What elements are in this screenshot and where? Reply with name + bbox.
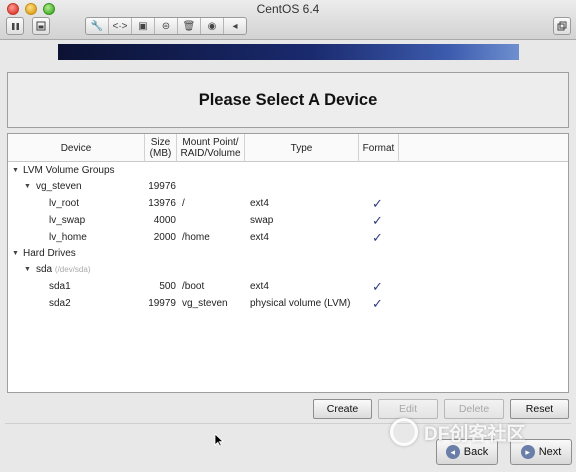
mouse-cursor-icon [214, 433, 224, 447]
expander-open-icon[interactable]: ▼ [12, 163, 19, 179]
restore-window-icon [557, 21, 567, 31]
expander-open-icon[interactable]: ▼ [24, 179, 31, 195]
device-mount: vg_steven [182, 298, 228, 309]
device-type: ext4 [250, 198, 269, 209]
column-type[interactable]: Type [245, 134, 359, 162]
device-name-text: sda [36, 264, 53, 275]
table-row[interactable]: lv_swap 4000 swap ✓ [8, 213, 568, 229]
device-table[interactable]: Device Size (MB) Mount Point/ RAID/Volum… [7, 133, 569, 393]
cd-icon[interactable]: ◉ [201, 18, 224, 34]
screenshot-icon [36, 21, 46, 31]
table-row[interactable]: sda2 19979 vg_steven physical volume (LV… [8, 296, 568, 312]
column-mount[interactable]: Mount Point/ RAID/Volume [177, 134, 245, 162]
table-header: Device Size (MB) Mount Point/ RAID/Volum… [8, 134, 568, 162]
watermark-text: DF创客社区 [424, 423, 526, 445]
table-row[interactable]: sda1 500 /boot ext4 ✓ [8, 279, 568, 295]
device-name: sda (/dev/sda) [36, 262, 90, 278]
format-check-icon: ✓ [372, 230, 383, 245]
device-type: ext4 [250, 281, 269, 292]
table-row[interactable]: ▼ vg_steven 19976 [8, 179, 568, 195]
wrench-icon[interactable]: 🔧 [86, 18, 109, 34]
create-button[interactable]: Create [313, 399, 372, 419]
table-row[interactable]: lv_root 13976 / ext4 ✓ [8, 196, 568, 212]
device-name: lv_home [49, 232, 87, 243]
trash-icon[interactable]: 🗑 [178, 18, 201, 34]
device-type: ext4 [250, 232, 269, 243]
lock-icon[interactable]: ⊜ [155, 18, 178, 34]
restore-window-button[interactable] [553, 17, 571, 35]
device-size: 4000 [153, 215, 176, 226]
table-row[interactable]: ▼ sda (/dev/sda) [8, 262, 568, 278]
disk-icon[interactable]: ▣ [132, 18, 155, 34]
device-size: 500 [159, 281, 176, 292]
device-mount: / [182, 198, 185, 209]
column-format[interactable]: Format [359, 134, 399, 162]
left-arrow-icon[interactable]: ◂ [224, 18, 246, 34]
vm-toolbar-group: 🔧 <·> ▣ ⊜ 🗑 ◉ ◂ [85, 17, 247, 35]
pause-icon [11, 22, 19, 30]
format-check-icon: ✓ [372, 213, 383, 228]
page-title: Please Select A Device [198, 90, 378, 109]
pause-button[interactable] [6, 17, 24, 35]
device-name: sda1 [49, 281, 71, 292]
device-mount: /home [182, 232, 210, 243]
format-check-icon: ✓ [372, 196, 383, 211]
device-type: physical volume (LVM) [250, 298, 351, 309]
watermark-logo-icon [390, 418, 418, 446]
device-name: lv_root [49, 198, 80, 209]
expander-open-icon[interactable]: ▼ [12, 246, 19, 262]
device-size: 19976 [148, 181, 176, 192]
watermark: DF创客社区 [390, 412, 576, 452]
format-check-icon: ✓ [372, 279, 383, 294]
device-path: (/dev/sda) [54, 265, 91, 274]
device-size: 2000 [153, 232, 176, 243]
table-row[interactable]: ▼ Hard Drives [8, 246, 568, 262]
device-name: Hard Drives [23, 248, 76, 259]
device-name: LVM Volume Groups [23, 165, 115, 176]
installer-progress-banner [58, 44, 519, 60]
device-name: sda2 [49, 298, 71, 309]
device-name: vg_steven [36, 181, 82, 192]
device-mount: /boot [182, 281, 205, 292]
device-type: swap [250, 215, 274, 226]
heading-box: Please Select A Device [7, 72, 569, 128]
device-size: 19979 [148, 298, 176, 309]
device-size: 13976 [148, 198, 176, 209]
format-check-icon: ✓ [372, 296, 383, 311]
screenshot-button[interactable] [32, 17, 50, 35]
table-row[interactable]: ▼ LVM Volume Groups [8, 163, 568, 179]
expander-open-icon[interactable]: ▼ [24, 262, 31, 278]
column-device[interactable]: Device [8, 134, 145, 162]
table-row[interactable]: lv_home 2000 /home ext4 ✓ [8, 230, 568, 246]
code-arrows-icon[interactable]: <·> [109, 18, 132, 34]
window-title: CentOS 6.4 [256, 2, 320, 16]
window-titlebar: CentOS 6.4 🔧 <·> ▣ ⊜ 🗑 ◉ ◂ [0, 0, 576, 40]
column-size[interactable]: Size (MB) [145, 134, 177, 162]
device-name: lv_swap [49, 215, 86, 226]
